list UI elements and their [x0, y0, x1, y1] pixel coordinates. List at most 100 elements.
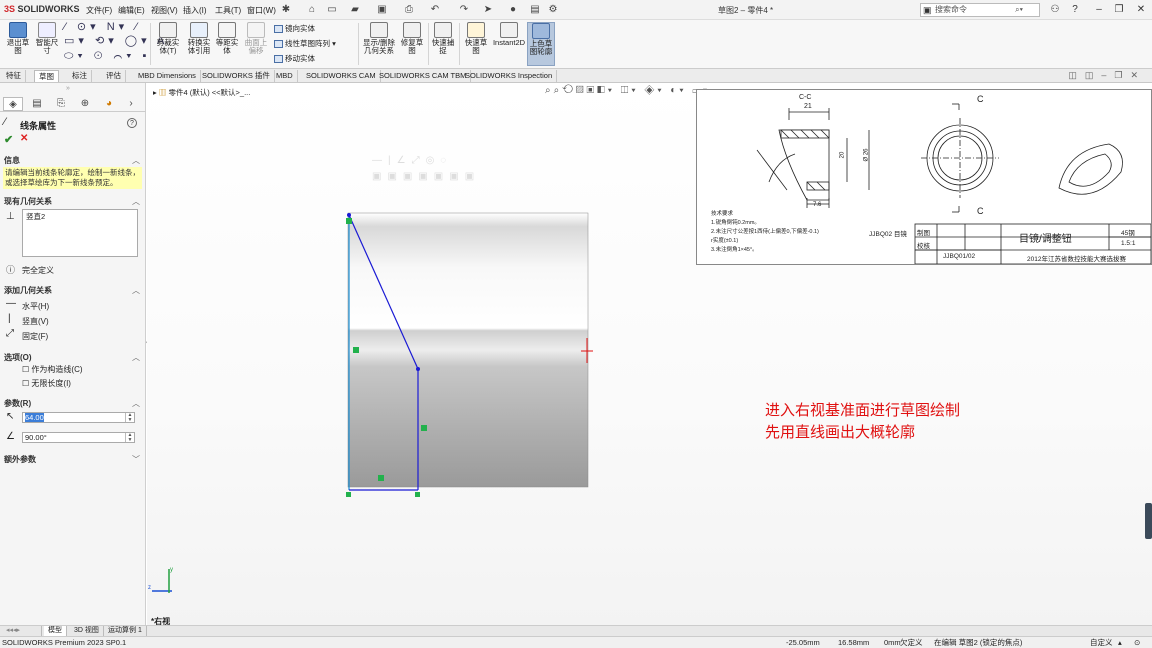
display-manager-tab[interactable]: ◕ [99, 97, 119, 111]
tab-solidworks-cam[interactable]: SOLIDWORKS CAM [302, 70, 381, 82]
configuration-manager-tab[interactable]: ⎘ [51, 97, 71, 111]
linear-pattern-button[interactable]: 线性草图阵列 ▾ [274, 39, 336, 49]
relation-glyph[interactable] [415, 492, 420, 497]
relation-glyph[interactable] [378, 475, 384, 481]
solidworks-logo[interactable]: 3S SOLIDWORKS [4, 4, 80, 14]
tab-motion-study[interactable]: 运动算例 1 [104, 626, 147, 636]
sketch-geometry[interactable] [337, 203, 597, 503]
convert-entities-button[interactable]: 转换实 体引用 [184, 22, 214, 55]
feature-tree-flyout[interactable]: ▸ ▥ 零件4 (默认) <<默认>_... [153, 87, 250, 98]
menu-view[interactable]: 视图(V) [151, 5, 178, 16]
tab-scroll-arrows[interactable]: ◂◂◂▸ [2, 626, 42, 636]
undo-icon[interactable]: ↶ [428, 3, 442, 17]
horizontal-relation-button[interactable]: 水平(H) [22, 301, 49, 312]
close-icon[interactable]: ✕ [1132, 3, 1150, 17]
smart-dimension-button[interactable]: 智能尺 寸 [34, 22, 60, 55]
tab-solidworks-inspection[interactable]: SOLIDWORKS Inspection [461, 70, 558, 82]
graphics-area[interactable]: ▸ ▥ 零件4 (默认) <<默认>_... ⌕⌕⟲▨▣◧▾ ◫▾ ◈▾ ◐▾ … [147, 83, 1152, 626]
more-tabs-icon[interactable]: › [121, 97, 141, 111]
ok-button[interactable]: ✔ [4, 133, 13, 146]
angle-spinner[interactable]: ▲ ▼ [125, 433, 134, 442]
tab-solidworks-addins[interactable]: SOLIDWORKS 插件 [198, 70, 275, 82]
tab-mbd-dimensions[interactable]: MBD Dimensions [134, 70, 201, 82]
open-icon[interactable]: ▰ [348, 3, 362, 17]
relation-glyph[interactable] [421, 425, 427, 431]
relation-glyph[interactable] [346, 218, 352, 224]
dimxpert-tab[interactable]: ⊕ [75, 97, 95, 111]
tab-solidworks-cam-tbm[interactable]: SOLIDWORKS CAM TBM [375, 70, 472, 82]
panel-window-controls[interactable]: ◫◫–❐✕ [1068, 70, 1146, 81]
quick-snaps-button[interactable]: 快速捕 捉 [430, 22, 456, 55]
tab-sketch[interactable]: 草图 [34, 70, 59, 82]
feature-manager-tab[interactable]: ◈ [3, 97, 23, 111]
property-manager-tab[interactable]: ▤ [27, 97, 47, 111]
menu-tools[interactable]: 工具(T) [215, 5, 241, 16]
help-icon[interactable]: ? [1066, 3, 1084, 17]
additional-parameters-header[interactable]: 额外参数 ﹀ [4, 454, 142, 465]
help-icon[interactable]: ? [127, 118, 137, 128]
redo-icon[interactable]: ↷ [457, 3, 471, 17]
settings-icon[interactable]: ⊙ [1134, 637, 1140, 648]
tab-model[interactable]: 模型 [44, 626, 67, 636]
parameters-header[interactable]: 参数(R) ︿ [4, 398, 142, 409]
save-icon[interactable]: ▣ [375, 3, 389, 17]
existing-relations-list[interactable]: 竖直2 [22, 209, 138, 257]
sketch-tools-row3[interactable]: ⬭▾ ⊙ ⌒▾ ▪ [64, 51, 150, 62]
length-spinner[interactable]: ▲ ▼ [125, 413, 134, 422]
length-input[interactable]: 64.00 ▲ ▼ [22, 412, 135, 423]
add-relations-header[interactable]: 添加几何关系 ︿ [4, 285, 142, 296]
fix-relation-button[interactable]: 固定(F) [22, 331, 48, 342]
mirror-entities-button[interactable]: 镜向实体 [274, 24, 315, 34]
menu-edit[interactable]: 编辑(E) [118, 5, 145, 16]
exit-sketch-button[interactable]: 退出草 图 [4, 22, 32, 55]
account-icon[interactable]: ⚇ [1046, 3, 1064, 17]
existing-relations-header[interactable]: 现有几何关系 ︿ [4, 196, 142, 207]
restore-icon[interactable]: ❐ [1110, 3, 1128, 17]
print-icon[interactable]: ⎙ [402, 3, 416, 17]
menu-insert[interactable]: 插入(I) [183, 5, 207, 16]
tab-mbd[interactable]: MBD [272, 70, 298, 82]
rapid-sketch-button[interactable]: 快速草 图 [462, 22, 490, 55]
heads-up-view-toolbar[interactable]: ⌕⌕⟲▨▣◧▾ ◫▾ ◈▾ ◐▾ ▭▾ [545, 85, 710, 96]
tab-markup[interactable]: 标注 [68, 70, 92, 82]
tab-features[interactable]: 特征 [2, 70, 26, 82]
trim-entities-button[interactable]: 剪裁实 体(T) [153, 22, 183, 55]
move-entities-button[interactable]: 移动实体 [274, 54, 315, 64]
options-gear-icon[interactable]: ⚙ [546, 3, 560, 17]
task-pane-tab[interactable] [1145, 503, 1152, 539]
rebuild-icon[interactable]: ● [506, 3, 520, 17]
display-delete-relations-button[interactable]: 显示/删除 几何关系 [361, 22, 397, 55]
menu-file[interactable]: 文件(F) [86, 5, 112, 16]
select-icon[interactable]: ➤ [481, 3, 495, 17]
infinite-length-checkbox[interactable]: ☐ 无限长度(I) [22, 378, 71, 389]
pin-icon[interactable]: ✱ [279, 3, 293, 17]
file-properties-icon[interactable]: ▤ [528, 3, 542, 17]
instant2d-button[interactable]: Instant2D [492, 22, 526, 47]
relation-item-vertical[interactable]: 竖直2 [26, 212, 45, 221]
options-header[interactable]: 选项(O) ︿ [4, 352, 142, 363]
search-commands-input[interactable]: ▣ 搜索命令 ⌕▾ [920, 3, 1040, 17]
tab-3d-views[interactable]: 3D 视图 [70, 626, 104, 636]
offset-on-surface-button[interactable]: 曲面上 偏移 [243, 22, 269, 55]
panel-grip[interactable]: » [66, 85, 70, 92]
construction-checkbox[interactable]: ☐ 作为构造线(C) [22, 364, 83, 375]
cancel-button[interactable]: ✕ [20, 133, 28, 144]
sketch-tools-row1[interactable]: ⁄ ⊙▾ N▾ ⁄ [64, 22, 141, 33]
relation-glyph[interactable] [353, 347, 359, 353]
sketch-point[interactable] [347, 213, 351, 217]
message-section-header[interactable]: 信息 ︿ [4, 155, 142, 166]
vertical-relation-button[interactable]: 竖直(V) [22, 316, 49, 327]
relation-glyph[interactable] [346, 492, 351, 497]
angle-input[interactable]: 90.00° ▲ ▼ [22, 432, 135, 443]
menu-window[interactable]: 窗口(W) [247, 5, 276, 16]
units-dropdown-icon[interactable]: ▴ [1118, 637, 1122, 648]
shaded-sketch-contours-button[interactable]: 上色草 图轮廓 [527, 22, 555, 66]
offset-entities-button[interactable]: 等距实 体 [214, 22, 240, 55]
units-custom[interactable]: 自定义 [1090, 637, 1113, 648]
search-icon[interactable]: ⌕▾ [1015, 4, 1023, 16]
new-document-icon[interactable]: ▭ [325, 3, 339, 17]
repair-sketch-button[interactable]: 修复草 图 [398, 22, 426, 55]
sketch-point[interactable] [416, 367, 420, 371]
tab-evaluate[interactable]: 评估 [102, 70, 126, 82]
home-icon[interactable]: ⌂ [305, 3, 319, 17]
